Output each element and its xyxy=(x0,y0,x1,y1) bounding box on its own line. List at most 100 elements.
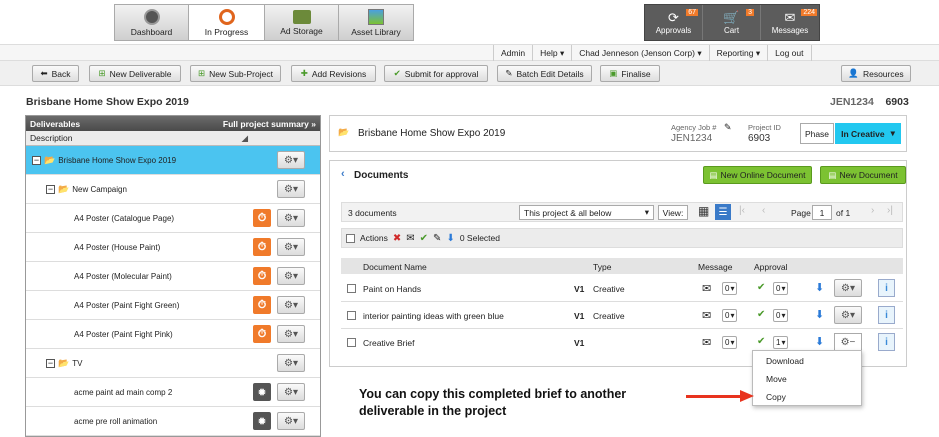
download-icon[interactable]: ⬇ xyxy=(815,281,824,294)
tree-label: A4 Poster (Molecular Paint) xyxy=(74,271,172,281)
cart-button[interactable]: 🛒 3 Cart xyxy=(703,5,761,40)
tree-row[interactable]: acme paint ad main comp 2 ✹ ⚙▾ xyxy=(26,378,320,407)
tree-row[interactable]: − 📂 TV ⚙▾ xyxy=(26,349,320,378)
row-checkbox[interactable] xyxy=(347,338,356,347)
tree-row[interactable]: A4 Poster (Molecular Paint) ⏱ ⚙▾ xyxy=(26,262,320,291)
tree-row[interactable]: A4 Poster (Paint Fight Pink) ⏱ ⚙▾ xyxy=(26,320,320,349)
approval-count-select[interactable]: 1 ▾ xyxy=(773,336,789,349)
new-online-document-button[interactable]: ▤ New Online Document xyxy=(703,166,812,184)
row-checkbox[interactable] xyxy=(347,284,356,293)
approval-icon[interactable]: ✔ xyxy=(757,309,765,320)
download-icon[interactable]: ⬇ xyxy=(815,335,824,348)
envelope-icon[interactable]: ✉ xyxy=(702,282,711,295)
tree-row[interactable]: A4 Poster (Catalogue Page) ⏱ ⚙▾ xyxy=(26,204,320,233)
envelope-icon[interactable]: ✉ xyxy=(702,309,711,322)
tree-row[interactable]: A4 Poster (House Paint) ⏱ ⚙▾ xyxy=(26,233,320,262)
user-account-menu[interactable]: Chad Jenneson (Jenson Corp) ▾ xyxy=(571,45,708,61)
approval-icon[interactable]: ✔ xyxy=(757,282,765,293)
document-name[interactable]: Paint on Hands xyxy=(363,284,421,294)
prev-page-icon[interactable]: ‹ xyxy=(762,205,765,216)
row-checkbox[interactable] xyxy=(347,311,356,320)
tab-ad-storage[interactable]: Ad Storage xyxy=(265,5,339,40)
table-row[interactable]: interior painting ideas with green blue … xyxy=(341,302,903,329)
menu-item-download[interactable]: Download xyxy=(766,356,804,366)
message-count-select[interactable]: 0 ▾ xyxy=(722,309,738,322)
envelope-icon[interactable]: ✉ xyxy=(702,336,711,349)
actions-label: Actions xyxy=(360,233,388,243)
tree-row[interactable]: − 📂 New Campaign ⚙▾ xyxy=(26,175,320,204)
tab-in-progress[interactable]: In Progress xyxy=(189,5,265,40)
reporting-menu[interactable]: Reporting ▾ xyxy=(708,45,768,61)
messages-button[interactable]: ✉ 224 Messages xyxy=(761,5,819,40)
select-all-checkbox[interactable] xyxy=(346,233,355,243)
phase-label: Phase xyxy=(800,123,834,144)
filter-dropdown[interactable]: This project & all below ▾ xyxy=(519,205,654,220)
gear-menu-button[interactable]: ⚙▾ xyxy=(277,383,305,401)
tree-row[interactable]: − 📂 Brisbane Home Show Expo 2019 ⚙▾ xyxy=(26,146,320,175)
gear-menu-button[interactable]: ⚙▾ xyxy=(277,267,305,285)
info-icon[interactable]: i xyxy=(878,279,895,297)
collapse-icon[interactable]: − xyxy=(32,155,41,165)
approval-count-select[interactable]: 0 ▾ xyxy=(773,309,789,322)
gear-menu-button[interactable]: ⚙▾ xyxy=(277,151,305,169)
page-input[interactable]: 1 xyxy=(812,205,832,220)
new-document-button[interactable]: ▤ New Document xyxy=(820,166,906,184)
new-deliverable-button[interactable]: ⊞ New Deliverable xyxy=(89,65,181,82)
resources-button[interactable]: 👤 Resources xyxy=(841,65,911,82)
envelope-icon[interactable]: ✉ xyxy=(406,233,414,244)
collapse-icon[interactable]: − xyxy=(46,358,55,368)
approval-count-select[interactable]: 0 ▾ xyxy=(773,282,789,295)
menu-item-copy[interactable]: Copy xyxy=(766,392,786,402)
approve-icon[interactable]: ✔ xyxy=(420,233,428,244)
gear-menu-button[interactable]: ⚙▾ xyxy=(277,238,305,256)
gear-menu-button[interactable]: ⚙▾ xyxy=(277,412,305,430)
pencil-icon[interactable]: ✎ xyxy=(433,233,441,244)
gear-menu-button[interactable]: ⚙▾ xyxy=(277,180,305,198)
phase-dropdown[interactable]: In Creative ▾ xyxy=(835,123,901,144)
gear-menu-button[interactable]: ⚙▾ xyxy=(277,325,305,343)
next-page-icon[interactable]: › xyxy=(871,205,874,216)
finalise-button[interactable]: ▣ Finalise xyxy=(600,65,660,82)
download-icon[interactable]: ⬇ xyxy=(446,233,454,244)
message-count-select[interactable]: 0 ▾ xyxy=(722,336,738,349)
download-icon[interactable]: ⬇ xyxy=(815,308,824,321)
gear-menu-button-open[interactable]: ⚙− xyxy=(834,333,862,351)
tree-row[interactable]: acme pre roll animation ✹ ⚙▾ xyxy=(26,407,320,436)
back-arrow-icon: ⬅ xyxy=(40,68,48,78)
gear-menu-button[interactable]: ⚙▾ xyxy=(277,296,305,314)
batch-edit-button[interactable]: ✎ Batch Edit Details xyxy=(497,65,592,82)
info-icon[interactable]: i xyxy=(878,306,895,324)
tree-row[interactable]: A4 Poster (Paint Fight Green) ⏱ ⚙▾ xyxy=(26,291,320,320)
first-page-icon[interactable]: |‹ xyxy=(739,205,745,216)
help-menu[interactable]: Help ▾ xyxy=(532,45,571,61)
message-count-select[interactable]: 0 ▾ xyxy=(722,282,738,295)
collapse-icon[interactable]: − xyxy=(46,184,55,194)
tab-dashboard[interactable]: Dashboard xyxy=(115,5,189,40)
pencil-icon[interactable]: ✎ xyxy=(724,122,732,133)
new-subproject-button[interactable]: ⊞ New Sub-Project xyxy=(190,65,281,82)
collapse-chevron-icon[interactable]: ‹ xyxy=(341,168,345,180)
logout-link[interactable]: Log out xyxy=(767,45,812,61)
gear-menu-button[interactable]: ⚙▾ xyxy=(834,306,862,324)
submit-for-approval-button[interactable]: ✔ Submit for approval xyxy=(384,65,488,82)
full-summary-link[interactable]: Full project summary » xyxy=(223,119,316,129)
document-name[interactable]: interior painting ideas with green blue xyxy=(363,311,504,321)
document-name[interactable]: Creative Brief xyxy=(363,338,415,348)
menu-item-move[interactable]: Move xyxy=(766,374,787,384)
last-page-icon[interactable]: ›| xyxy=(887,205,893,216)
info-icon[interactable]: i xyxy=(878,333,895,351)
list-view-icon[interactable]: ☰ xyxy=(715,204,731,220)
tab-asset-library[interactable]: Asset Library xyxy=(339,5,413,40)
gear-menu-button[interactable]: ⚙▾ xyxy=(834,279,862,297)
sort-icon[interactable]: ◢ xyxy=(241,133,248,144)
add-revisions-button[interactable]: ✚ Add Revisions xyxy=(291,65,376,82)
table-row[interactable]: Paint on Hands V1 Creative ✉ 0 ▾ ✔ 0 ▾ ⬇ ⚙… xyxy=(341,275,903,302)
back-button[interactable]: ⬅ Back xyxy=(32,65,79,82)
grid-view-icon[interactable]: ▦ xyxy=(698,205,709,217)
approvals-button[interactable]: ⟳ 67 Approvals xyxy=(645,5,703,40)
delete-icon[interactable]: ✖ xyxy=(393,233,401,244)
admin-link[interactable]: Admin xyxy=(493,45,532,61)
gear-menu-button[interactable]: ⚙▾ xyxy=(277,354,305,372)
approval-icon[interactable]: ✔ xyxy=(757,336,765,347)
gear-menu-button[interactable]: ⚙▾ xyxy=(277,209,305,227)
